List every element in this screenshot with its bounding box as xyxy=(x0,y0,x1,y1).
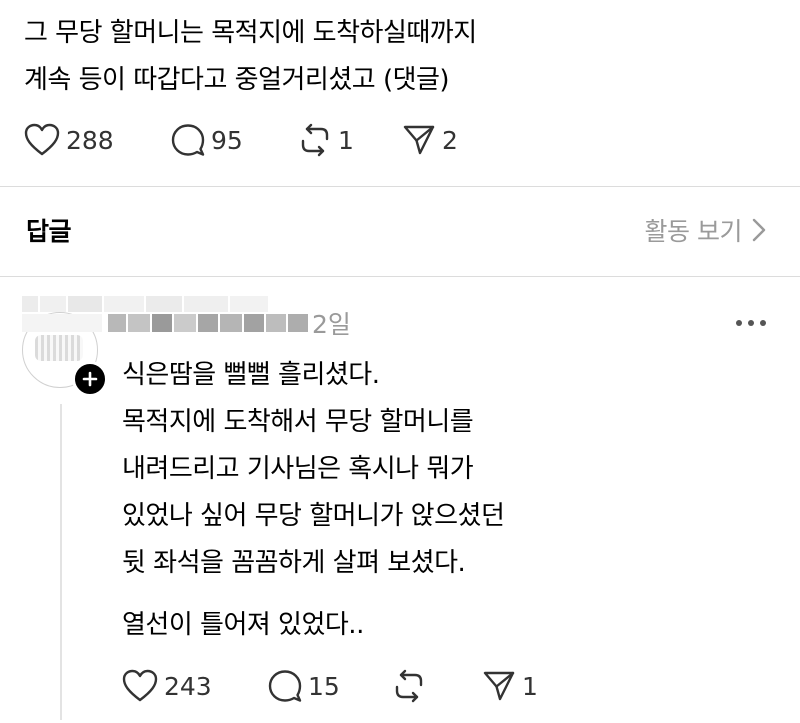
repost-button[interactable] xyxy=(392,666,426,706)
speech-bubble-icon xyxy=(171,124,205,156)
reply-timestamp: 2일 xyxy=(312,310,351,339)
repost-icon xyxy=(395,669,423,703)
reply-line: 열선이 틀어져 있었다.. xyxy=(122,610,364,640)
repost-icon xyxy=(301,123,329,157)
reply-line: 내려드리고 기사님은 혹시나 뭐가 xyxy=(122,454,474,484)
plus-icon xyxy=(82,371,98,387)
view-activity-label: 활동 보기 xyxy=(644,217,743,246)
view-activity-link[interactable]: 활동 보기 xyxy=(645,212,766,248)
avatar-image xyxy=(35,335,83,361)
reply-line: 뒷 좌석을 꼼꼼하게 살펴 보셨다. xyxy=(122,548,466,578)
heart-icon xyxy=(122,669,158,702)
reply-line: 식은땀을 뻘뻘 흘리셨다. xyxy=(122,360,380,390)
replies-heading: 답글 xyxy=(26,217,72,246)
like-count: 288 xyxy=(66,125,114,155)
paper-plane-icon xyxy=(403,125,435,155)
like-button[interactable]: 288 xyxy=(24,120,114,160)
paper-plane-icon xyxy=(483,671,515,701)
chevron-right-icon xyxy=(752,218,766,242)
reply-action-bar: 243 15 1 xyxy=(122,666,552,706)
share-count: 1 xyxy=(522,671,538,701)
reply-button[interactable]: 15 xyxy=(268,666,340,706)
repost-button[interactable]: 1 xyxy=(298,120,354,160)
username-redacted[interactable] xyxy=(22,296,308,334)
reply-text: 식은땀을 뻘뻘 흘리셨다. 목적지에 도착해서 무당 할머니를 내려드리고 기사… xyxy=(122,352,505,649)
like-count: 243 xyxy=(164,671,212,701)
share-button[interactable]: 2 xyxy=(402,120,458,160)
reply-line: 있었나 싶어 무당 할머니가 앉으셨던 xyxy=(122,501,505,531)
share-button[interactable]: 1 xyxy=(482,666,538,706)
follow-button[interactable] xyxy=(72,361,108,397)
post-text: 그 무당 할머니는 목적지에 도착하실때까지 계속 등이 따갑다고 중얼거리셨고… xyxy=(24,10,477,104)
reply-count: 95 xyxy=(211,125,243,155)
post-line: 그 무당 할머니는 목적지에 도착하실때까지 xyxy=(24,18,477,48)
reply-button[interactable]: 95 xyxy=(171,120,243,160)
share-count: 2 xyxy=(442,125,458,155)
heart-icon xyxy=(24,123,60,156)
post-action-bar: 288 95 1 2 xyxy=(24,120,484,160)
reply-count: 15 xyxy=(308,671,340,701)
speech-bubble-icon xyxy=(268,670,302,702)
divider xyxy=(0,276,800,277)
repost-count: 1 xyxy=(338,125,354,155)
thread-line xyxy=(60,404,62,720)
more-dots-icon[interactable] xyxy=(734,316,768,330)
divider xyxy=(0,186,800,187)
post-line: 계속 등이 따갑다고 중얼거리셨고 (댓글) xyxy=(24,65,450,95)
like-button[interactable]: 243 xyxy=(122,666,212,706)
reply-line: 목적지에 도착해서 무당 할머니를 xyxy=(122,407,474,437)
